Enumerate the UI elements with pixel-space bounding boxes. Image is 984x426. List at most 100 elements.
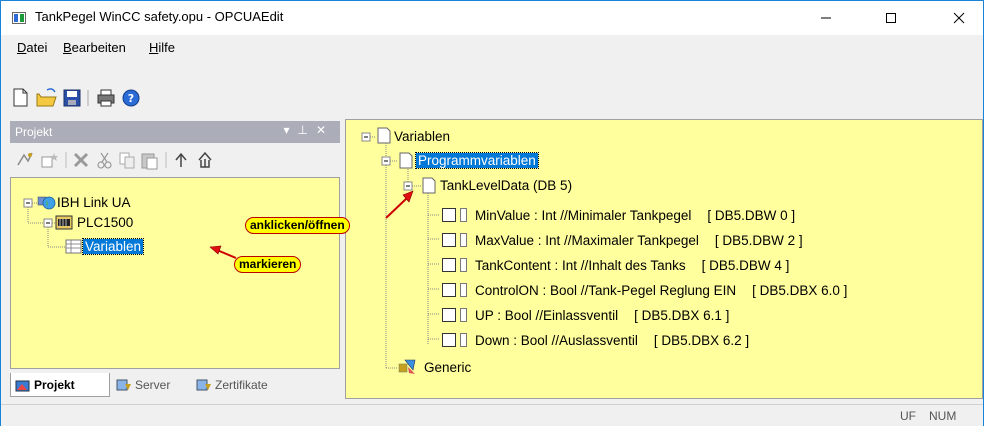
variables-table-icon — [65, 239, 82, 254]
expander-programmvariablen[interactable] — [381, 156, 391, 166]
expander-plc[interactable] — [43, 218, 53, 228]
menu-mnemonic: D — [17, 40, 27, 55]
menu-bar: Datei Bearbeiten Hilfe — [1, 35, 983, 60]
expander-variables[interactable] — [361, 132, 371, 142]
add-item-icon[interactable] — [41, 153, 58, 168]
variable-checkbox[interactable] — [442, 283, 456, 297]
new-file-icon[interactable] — [13, 88, 28, 107]
open-folder-icon[interactable] — [36, 88, 57, 107]
variable-tag-icon — [460, 283, 467, 297]
panel-controls: ▾⊥✕ — [283, 123, 334, 137]
cut-icon[interactable] — [97, 152, 112, 169]
variable-tag-icon — [460, 208, 467, 222]
tab-projekt[interactable]: Projekt — [10, 373, 110, 397]
variable-row[interactable]: MinValue : Int //Minimaler Tankpegel [ DB… — [442, 206, 795, 224]
pin-icon[interactable]: ⊥ — [297, 123, 315, 137]
panel-tool-icons — [17, 151, 212, 170]
status-num: NUM — [929, 409, 957, 423]
tab-zertifikate[interactable]: Zertifikate — [192, 373, 272, 397]
maximize-icon — [886, 13, 896, 23]
tree-item-ibh-link[interactable]: IBH Link UA — [57, 195, 131, 210]
variable-checkbox[interactable] — [442, 258, 456, 272]
variable-label: MinValue : Int //Minimaler Tankpegel — [475, 207, 692, 223]
paste-icon[interactable] — [141, 153, 158, 170]
variable-address: [ DB5.DBW 4 ] — [701, 257, 790, 273]
variable-label: TankContent : Int //Inhalt des Tanks — [475, 257, 686, 273]
variable-checkbox[interactable] — [442, 333, 456, 347]
variable-tag-icon — [460, 233, 467, 247]
minimize-icon — [821, 17, 831, 19]
variable-row[interactable]: UP : Bool //Einlassventil [ DB5.DBX 6.1 ] — [442, 306, 729, 324]
document-icon — [422, 177, 436, 194]
menu-label: earbeiten — [71, 40, 126, 55]
variables-tree-panel: Variablen Programmvariablen TankLevelDat… — [345, 119, 983, 399]
expander-tanklevel[interactable] — [403, 181, 413, 191]
variable-checkbox[interactable] — [442, 208, 456, 222]
certificate-tab-icon — [196, 379, 211, 391]
project-panel: Projekt ▾⊥✕ IBH Link UA PLC1500 Variable… — [10, 119, 340, 399]
home-up-icon[interactable] — [198, 151, 212, 168]
panel-close-icon[interactable]: ✕ — [316, 123, 334, 137]
status-uf: UF — [900, 409, 916, 423]
annotation-arrow-mark — [209, 245, 237, 259]
variable-tag-icon — [460, 258, 467, 272]
menu-mnemonic: H — [149, 40, 159, 55]
copy-icon[interactable] — [119, 152, 135, 169]
expander-root[interactable] — [23, 198, 33, 208]
network-globe-icon — [37, 196, 56, 210]
variable-label: UP : Bool //Einlassventil — [475, 307, 619, 323]
tab-label: Zertifikate — [215, 378, 268, 392]
panel-title: Projekt — [15, 125, 53, 139]
variable-tag-icon — [460, 308, 467, 322]
variable-checkbox[interactable] — [442, 233, 456, 247]
toolbar-icons: ? — [13, 88, 140, 107]
print-icon[interactable] — [97, 89, 115, 107]
minimize-button[interactable] — [803, 1, 849, 35]
tree-item-variablen-root[interactable]: Variablen — [394, 129, 450, 144]
save-icon[interactable] — [63, 89, 81, 107]
help-icon[interactable]: ? — [122, 89, 140, 107]
maximize-button[interactable] — [868, 1, 914, 35]
plc-icon — [55, 215, 73, 230]
variable-row[interactable]: Down : Bool //Auslassventil [ DB5.DBX 6.2… — [442, 331, 749, 349]
annotation-open: anklicken/öffnen — [245, 217, 350, 234]
variable-tag-icon — [460, 333, 467, 347]
close-icon — [953, 12, 965, 24]
menu-mnemonic: B — [63, 40, 72, 55]
annotation-arrow-open — [385, 190, 414, 219]
variable-address: [ DB5.DBX 6.2 ] — [653, 332, 750, 348]
arrow-up-icon[interactable] — [175, 152, 187, 167]
tab-label: Projekt — [34, 377, 75, 392]
close-button[interactable] — [936, 1, 982, 35]
menu-datei[interactable]: Datei — [17, 40, 47, 55]
item-connectors — [428, 214, 440, 340]
tree-item-tanklevel-db[interactable]: TankLevelData (DB 5) — [440, 178, 572, 193]
project-tab-icon — [15, 380, 30, 391]
variable-row[interactable]: ControlON : Bool //Tank-Pegel Reglung EI… — [442, 281, 847, 299]
variable-row[interactable]: MaxValue : Int //Maximaler Tankpegel [ DB… — [442, 231, 803, 249]
variable-label: Down : Bool //Auslassventil — [475, 332, 638, 348]
tree-item-variables[interactable]: Variablen — [81, 238, 145, 255]
variable-address: [ DB5.DBW 2 ] — [714, 232, 803, 248]
panel-menu-icon[interactable]: ▾ — [283, 123, 297, 137]
add-connection-icon[interactable] — [17, 152, 33, 166]
generic-icon — [398, 359, 416, 374]
variable-address: [ DB5.DBX 6.0 ] — [752, 282, 848, 298]
document-icon — [377, 127, 391, 144]
title-bar: TankPegel WinCC safety.opu - OPCUAEdit — [1, 1, 983, 35]
variable-checkbox[interactable] — [442, 308, 456, 322]
server-tab-icon — [116, 379, 131, 391]
variable-address: [ DB5.DBW 0 ] — [707, 207, 796, 223]
tree-item-programmvariablen[interactable]: Programmvariablen — [415, 152, 539, 169]
menu-bearbeiten[interactable]: Bearbeiten — [63, 40, 126, 55]
variable-row[interactable]: TankContent : Int //Inhalt des Tanks [ DB… — [442, 256, 789, 274]
tab-label: Server — [135, 378, 171, 392]
app-icon — [12, 12, 26, 24]
menu-hilfe[interactable]: Hilfe — [149, 40, 175, 55]
tab-server[interactable]: Server — [112, 373, 174, 397]
tree-item-plc[interactable]: PLC1500 — [77, 215, 133, 230]
panel-header: Projekt ▾⊥✕ — [10, 121, 340, 143]
delete-icon[interactable] — [73, 152, 89, 168]
panel-tabs: Projekt Server Zertifikate — [10, 371, 340, 399]
tree-item-generic[interactable]: Generic — [424, 360, 471, 375]
